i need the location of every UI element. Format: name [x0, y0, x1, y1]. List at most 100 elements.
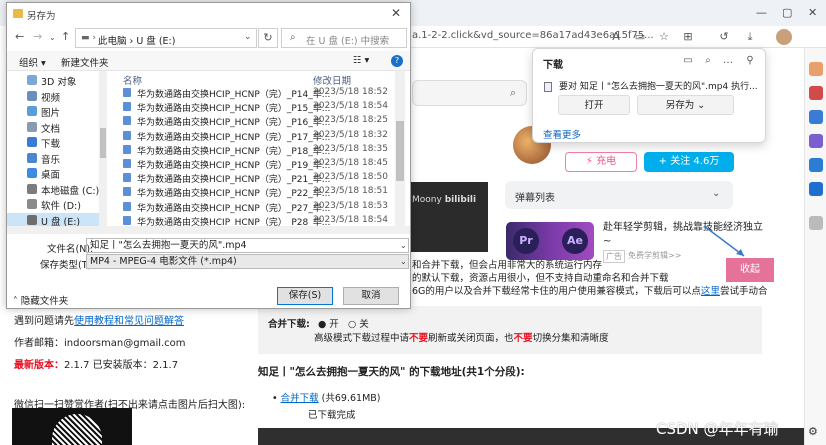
file-row[interactable]: 华为数通路由交换HCIP_HCNP（完）_P27_华... 2023/5/18 1… — [111, 199, 394, 214]
history-icon[interactable]: ↺ — [716, 29, 732, 45]
file-name: 华为数通路由交换HCIP_HCNP（完）_P14_华... — [137, 90, 331, 100]
video-file-icon — [123, 215, 131, 225]
search-sidebar-icon[interactable] — [809, 62, 823, 76]
forward-arrow-icon[interactable]: → — [33, 30, 42, 43]
folder-search-input[interactable]: ⌕ 在 U 盘 (E:) 中搜索 — [281, 28, 407, 48]
nav-item[interactable]: 下载 — [7, 135, 99, 150]
nav-item-label: 文档 — [41, 123, 61, 135]
folder-icon[interactable]: ▭ — [681, 54, 695, 68]
view-icon[interactable]: ☷ ▾ — [353, 55, 369, 66]
tools-icon[interactable] — [809, 110, 823, 124]
nav-item-label: 视频 — [41, 92, 61, 104]
search-placeholder: 在 U 盘 (E:) 中搜索 — [306, 36, 390, 47]
maximize-icon[interactable]: ▢ — [782, 6, 792, 19]
office-icon[interactable] — [809, 158, 823, 172]
file-name: 华为数通路由交换HCIP_HCNP（完）_P22_华... — [137, 189, 331, 200]
nav-item[interactable]: 视频 — [7, 89, 99, 104]
nav-item[interactable]: 文档 — [7, 120, 99, 135]
file-row[interactable]: 华为数通路由交换HCIP_HCNP（完）_P22_华... 2023/5/18 1… — [111, 184, 394, 199]
chevron-down-icon[interactable]: ⌄ — [400, 257, 407, 266]
folder-icon — [27, 152, 37, 163]
merge-download-link[interactable]: 合并下载 — [281, 393, 319, 404]
file-date: 2023/5/18 18:45 — [313, 158, 388, 168]
collections-icon[interactable]: ⊞ — [680, 29, 696, 45]
file-row[interactable]: 华为数通路由交换HCIP_HCNP（完）_P18_华... 2023/5/18 1… — [111, 142, 394, 157]
minimize-icon[interactable]: — — [756, 6, 767, 19]
see-more-link[interactable]: 查看更多 — [543, 127, 581, 141]
new-folder-button[interactable]: 新建文件夹 — [61, 55, 109, 69]
more-icon[interactable]: … — [721, 54, 735, 68]
chevron-down-icon[interactable]: ⌄ — [400, 241, 407, 250]
nav-item[interactable]: 图片 — [7, 104, 99, 119]
profile-avatar[interactable] — [776, 29, 792, 45]
file-row[interactable]: 华为数通路由交换HCIP_HCNP（完）_P16_华... 2023/5/18 1… — [111, 113, 394, 128]
favorite-icon[interactable]: ☆ — [656, 29, 672, 45]
add-icon[interactable] — [809, 216, 823, 230]
folder-icon — [27, 183, 37, 194]
video-file-icon — [123, 102, 131, 112]
file-list-scroll-thumb[interactable] — [396, 121, 404, 181]
nav-scroll-thumb[interactable] — [100, 128, 106, 158]
file-row[interactable]: 华为数通路由交换HCIP_HCNP（完）_P14_华... 2023/5/18 1… — [111, 85, 394, 100]
charge-button[interactable]: ⚡ 充电 — [565, 152, 637, 172]
merge-label: 合并下载: — [268, 319, 310, 330]
ad-subtitle[interactable]: 免费学剪辑>> — [628, 250, 681, 261]
file-row[interactable]: 华为数通路由交换HCIP_HCNP（完）_P17_华... 2023/5/18 1… — [111, 128, 394, 143]
cancel-button[interactable]: 取消 — [343, 287, 399, 305]
nav-item-label: 音乐 — [41, 154, 61, 166]
close-icon[interactable]: ✕ — [391, 6, 401, 20]
open-button[interactable]: 打开 — [558, 95, 630, 115]
help-icon[interactable]: ? — [391, 55, 403, 67]
back-arrow-icon[interactable]: ← — [15, 30, 24, 43]
nav-item[interactable]: 本地磁盘 (C:) — [7, 182, 99, 197]
video-thumbnail[interactable] — [410, 182, 488, 252]
reader-view-icon[interactable]: ▭ — [632, 29, 648, 45]
recent-chevron-icon[interactable]: ⌄ — [49, 33, 56, 42]
organize-button[interactable]: 组织 ▾ — [19, 55, 46, 69]
games-icon[interactable] — [809, 134, 823, 148]
file-row[interactable]: 华为数通路由交换HCIP_HCNP（完）_P15_华... 2023/5/18 1… — [111, 99, 394, 114]
csdn-watermark: CSDN @年年有瑜 — [656, 420, 779, 438]
filename-input[interactable]: 知足丨"怎么去拥抱一夏天的风".mp4 — [86, 238, 409, 253]
ad-badge: 广告 — [603, 250, 625, 263]
merge-off-radio[interactable]: ○ 关 — [348, 316, 369, 330]
folder-icon — [27, 137, 37, 147]
read-aloud-icon[interactable]: A — [608, 29, 624, 45]
nav-item[interactable]: 3D 对象 — [7, 73, 99, 88]
horizontal-scrollbar[interactable] — [7, 226, 410, 234]
chevron-down-icon[interactable]: ⌄ — [244, 32, 252, 42]
save-as-button[interactable]: 另存为 ⌄ — [637, 95, 734, 115]
command-bar: 组织 ▾ 新建文件夹 ☷ ▾ ? — [7, 51, 410, 71]
shopping-icon[interactable] — [809, 86, 823, 100]
outlook-icon[interactable] — [809, 182, 823, 196]
chevron-down-icon[interactable]: ⌄ — [712, 188, 720, 199]
gear-icon[interactable]: ⚙ — [808, 425, 818, 438]
filetype-select[interactable]: MP4 - MPEG-4 电影文件 (*.mp4) — [86, 254, 409, 269]
pin-icon[interactable]: ⚲ — [743, 54, 757, 68]
search-icon[interactable]: ⌕ — [701, 54, 715, 68]
follow-button[interactable]: + 关注 4.6万 — [644, 152, 734, 172]
navigation-row: ← → ⌄ ↑ ▬ › 此电脑 › U 盘 (E:) ⌄ ↻ ⌕ 在 U 盘 (… — [7, 25, 410, 51]
nav-item[interactable]: 软件 (D:) — [7, 197, 99, 212]
refresh-button[interactable]: ↻ — [258, 28, 278, 48]
dialog-titlebar[interactable]: 另存为 ✕ — [7, 3, 410, 25]
save-button[interactable]: 保存(S) — [277, 287, 333, 305]
path-text[interactable]: 此电脑 › U 盘 (E:) — [98, 33, 175, 47]
path-breadcrumb[interactable]: ▬ › 此电脑 › U 盘 (E:) ⌄ — [75, 28, 257, 48]
file-list: 名称 修改日期 华为数通路由交换HCIP_HCNP（完）_P14_华... 202… — [111, 71, 406, 228]
file-row[interactable]: 华为数通路由交换HCIP_HCNP（完）_P19_华... 2023/5/18 1… — [111, 156, 394, 171]
download-icon[interactable]: ⤓ — [742, 29, 758, 45]
hide-folders-toggle[interactable]: ˄ 隐藏文件夹 — [13, 293, 68, 307]
danmaku-list-label: 弹幕列表 — [515, 193, 555, 204]
manual-merge-link[interactable]: 这里 — [701, 286, 720, 297]
file-row[interactable]: 华为数通路由交换HCIP_HCNP（完）_P21_华... 2023/5/18 1… — [111, 170, 394, 185]
nav-item[interactable]: 桌面 — [7, 166, 99, 181]
search-icon[interactable]: ⌕ — [510, 86, 522, 99]
folder-icon — [27, 90, 37, 101]
up-arrow-icon[interactable]: ↑ — [61, 30, 70, 43]
address-bar[interactable]: a.1-2-2.click&vd_source=86a17ad43e6a15f7… — [410, 26, 826, 48]
close-window-icon[interactable]: ✕ — [808, 6, 817, 19]
faq-link[interactable]: 使用教程和常见问题解答 — [74, 316, 184, 327]
nav-item[interactable]: 音乐 — [7, 151, 99, 166]
merge-on-radio[interactable]: ● 开 — [318, 316, 339, 330]
